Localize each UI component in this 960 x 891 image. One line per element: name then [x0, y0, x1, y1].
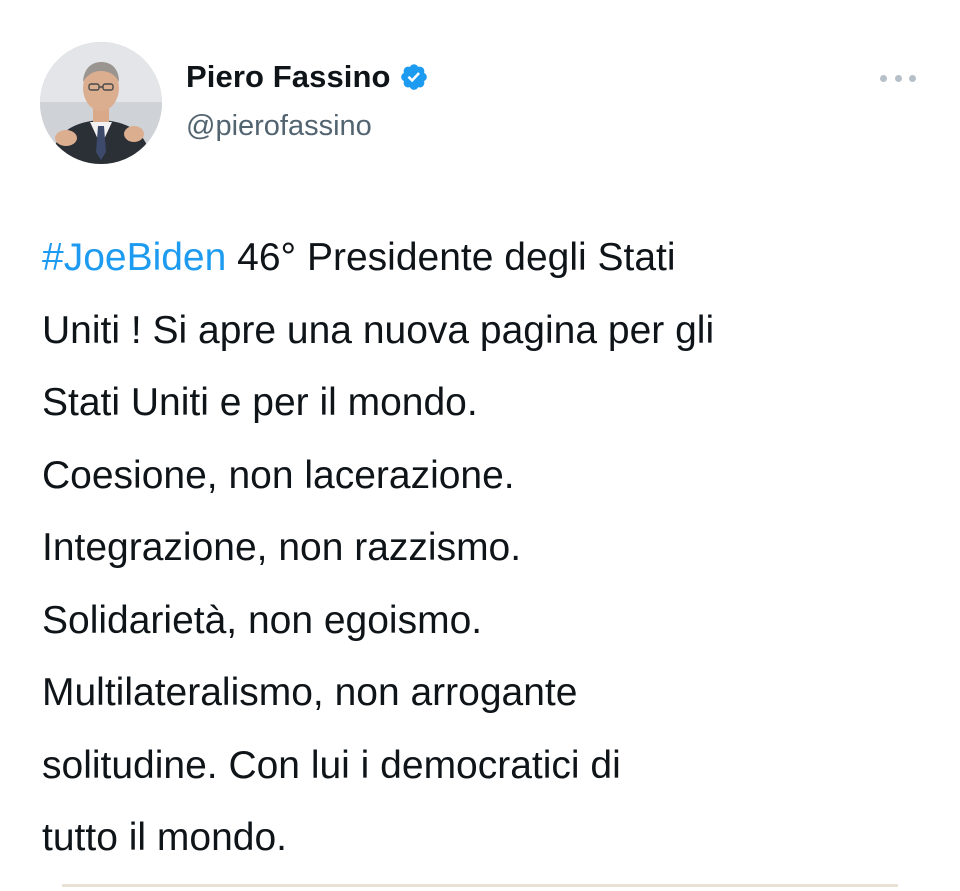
- tweet-line: solitudine. Con lui i democratici di: [42, 743, 621, 787]
- divider: [62, 884, 898, 887]
- more-dot: [880, 74, 887, 82]
- more-options-icon[interactable]: [880, 70, 916, 86]
- tweet-line: #JoeBiden 46° Presidente degli Stati: [42, 222, 942, 295]
- more-dot: [894, 74, 902, 82]
- author-handle[interactable]: @pierofassino: [186, 110, 372, 143]
- tweet-line: Coesione, non lacerazione.: [42, 453, 515, 497]
- verified-badge-icon: [400, 64, 427, 90]
- tweet-line: Uniti ! Si apre una nuova pagina per gli: [42, 308, 715, 352]
- tweet-card: Piero Fassino @pierofassino #JoeBiden 46…: [0, 0, 960, 891]
- more-dot: [909, 74, 916, 82]
- tweet-line: Stati Uniti e per il mondo.: [42, 381, 478, 424]
- tweet-line: tutto il mondo.: [42, 816, 287, 859]
- avatar[interactable]: [40, 42, 162, 164]
- tweet-text: #JoeBiden 46° Presidente degli Stati Uni…: [42, 222, 942, 875]
- avatar-photo: [40, 42, 162, 164]
- tweet-line: Multilateralismo, non arrogante: [42, 671, 578, 714]
- tweet-line: Solidarietà, non egoismo.: [42, 598, 483, 642]
- author-name-row[interactable]: Piero Fassino: [186, 58, 429, 96]
- author-display-name[interactable]: Piero Fassino: [186, 59, 391, 95]
- tweet-line: Integrazione, non razzismo.: [42, 526, 522, 569]
- tweet-line-text: 46° Presidente degli Stati: [226, 236, 676, 279]
- hashtag-link[interactable]: #JoeBiden: [42, 236, 226, 279]
